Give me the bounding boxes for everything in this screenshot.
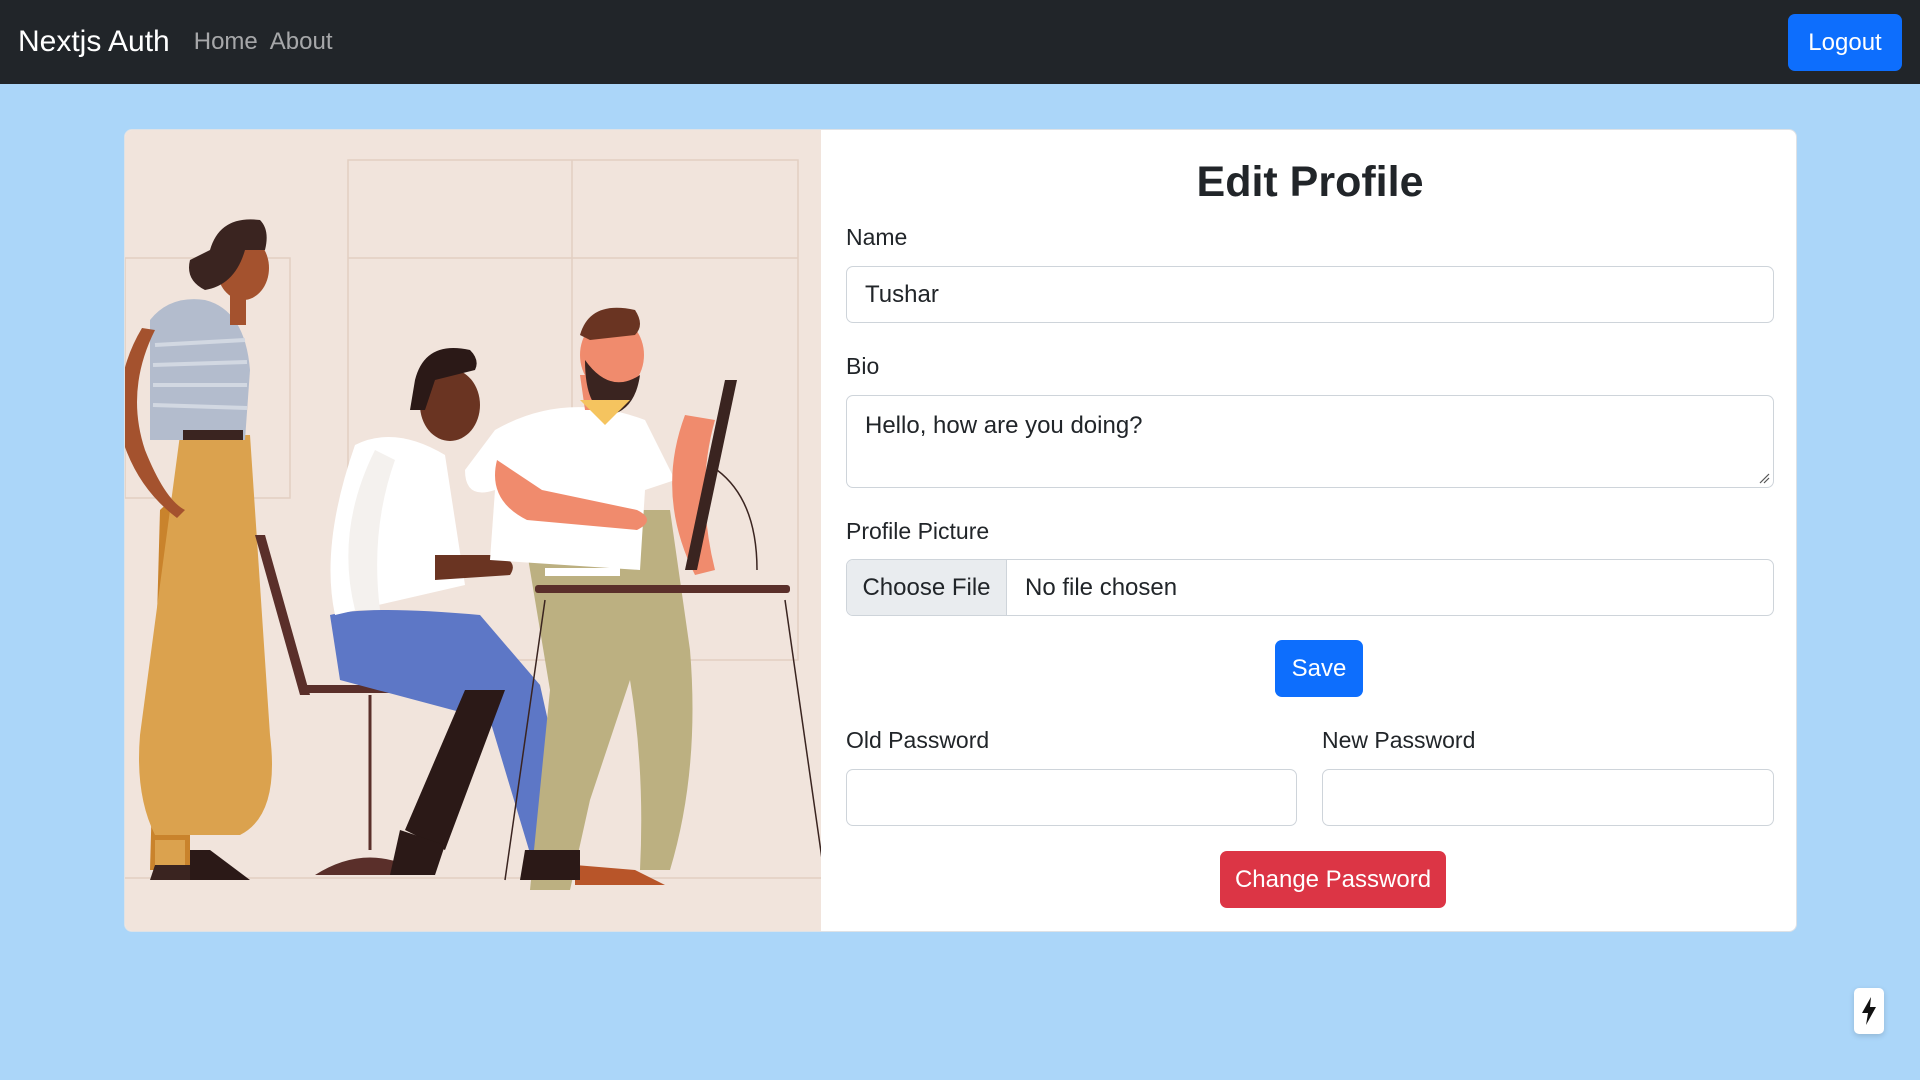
profile-picture-file-input[interactable]: Choose File No file chosen <box>846 559 1774 616</box>
nextjs-indicator[interactable] <box>1854 988 1884 1034</box>
nav-link-about[interactable]: About <box>270 28 333 56</box>
team-illustration <box>125 130 821 931</box>
old-password-input[interactable] <box>846 769 1297 826</box>
choose-file-button[interactable]: Choose File <box>847 560 1007 615</box>
new-password-label: New Password <box>1322 727 1476 753</box>
page-title: Edit Profile <box>1196 158 1424 206</box>
new-password-input[interactable] <box>1322 769 1774 826</box>
resize-grip-icon[interactable] <box>1758 472 1770 484</box>
brand-link[interactable]: Nextjs Auth <box>18 25 170 59</box>
name-label: Name <box>846 224 908 250</box>
name-input[interactable]: Tushar <box>846 266 1774 323</box>
old-password-label: Old Password <box>846 727 990 753</box>
edit-profile-card: Edit Profile Name Tushar Bio Hello, how … <box>124 129 1797 932</box>
people-at-computer-illustration <box>125 159 821 890</box>
bio-textarea-value: Hello, how are you doing? <box>865 412 1143 439</box>
save-button[interactable]: Save <box>1275 640 1363 697</box>
lightning-bolt-icon <box>1862 997 1876 1025</box>
edit-profile-form: Edit Profile Name Tushar Bio Hello, how … <box>846 130 1774 931</box>
logout-button[interactable]: Logout <box>1788 14 1902 71</box>
profile-picture-label: Profile Picture <box>846 518 990 544</box>
navbar: Nextjs Auth Home About Logout <box>0 0 1920 84</box>
change-password-button[interactable]: Change Password <box>1220 851 1446 908</box>
nav-link-home[interactable]: Home <box>194 28 258 56</box>
bio-textarea[interactable]: Hello, how are you doing? <box>846 395 1774 488</box>
name-input-value: Tushar <box>865 280 939 308</box>
bio-label: Bio <box>846 353 880 379</box>
file-status-text: No file chosen <box>1025 573 1178 601</box>
